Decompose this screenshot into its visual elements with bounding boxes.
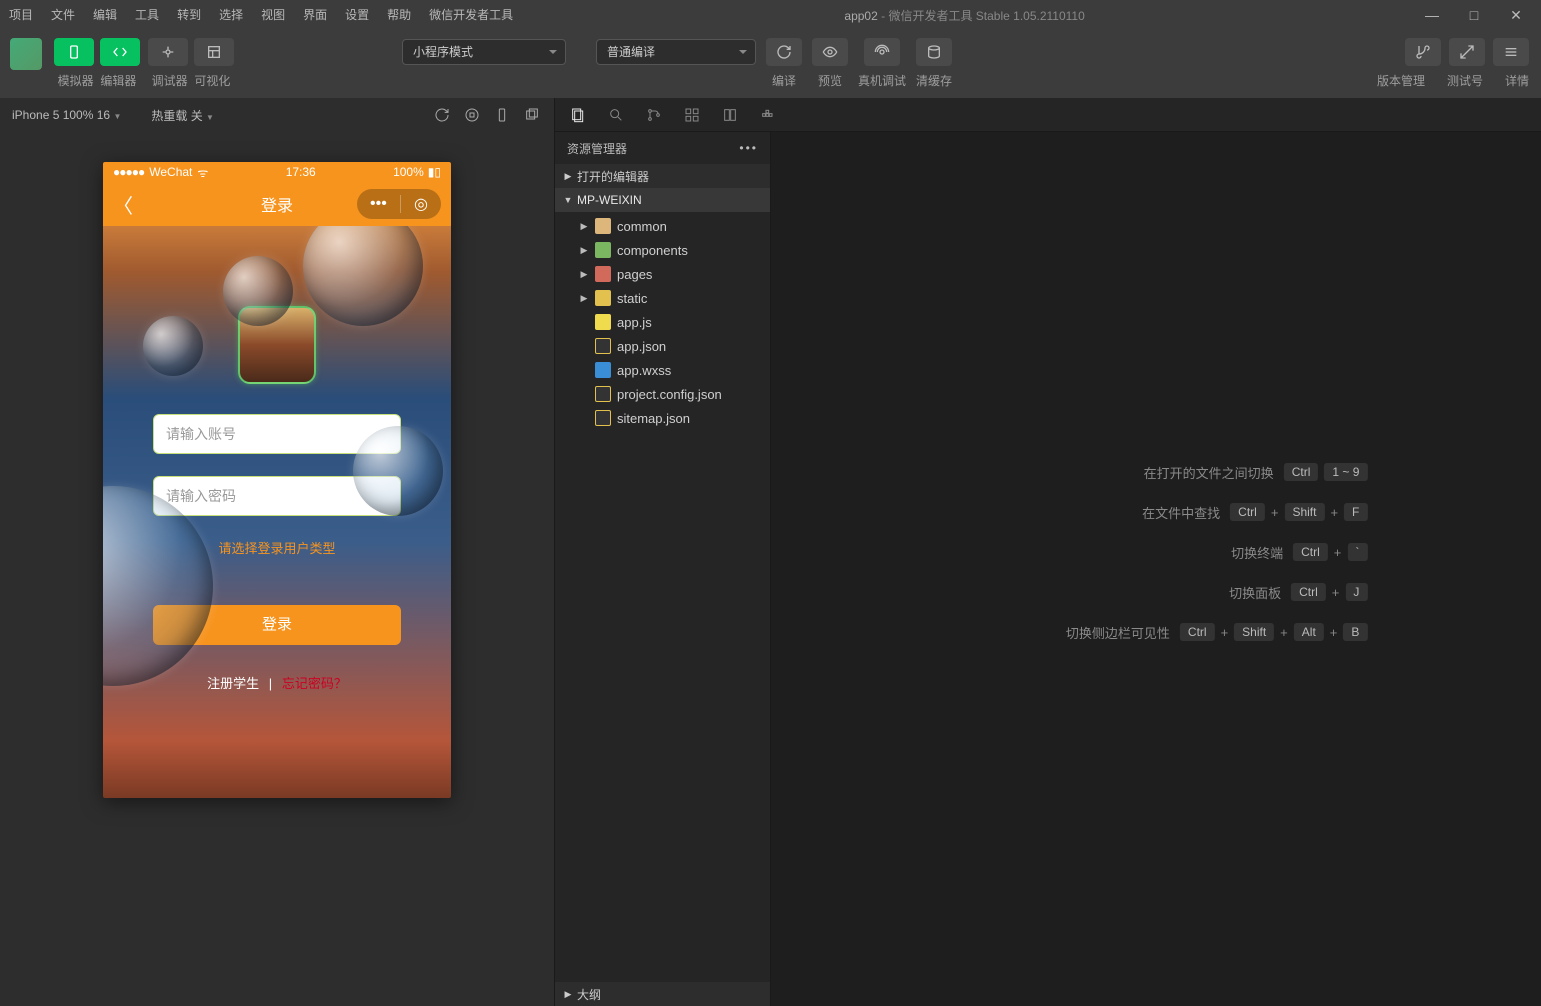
- visual-button[interactable]: [194, 38, 234, 66]
- git-icon[interactable]: [645, 106, 663, 124]
- refresh-icon[interactable]: [432, 105, 452, 125]
- explorer-icon[interactable]: [569, 106, 587, 124]
- version-button[interactable]: [1405, 38, 1441, 66]
- wifi-icon: ᯤ: [197, 164, 208, 181]
- menu-view[interactable]: 视图: [252, 0, 294, 30]
- preview-label: 预览: [818, 72, 842, 89]
- menu-select[interactable]: 选择: [210, 0, 252, 30]
- remote-label: 真机调试: [858, 72, 906, 89]
- stop-icon[interactable]: [462, 105, 482, 125]
- compile-select[interactable]: 普通编译: [596, 39, 756, 65]
- file-app-js[interactable]: app.js: [555, 310, 770, 334]
- menu-devtools[interactable]: 微信开发者工具: [420, 0, 522, 30]
- menu-project[interactable]: 项目: [0, 0, 42, 30]
- battery-icon: ▮▯: [428, 165, 441, 179]
- time-label: 17:36: [208, 165, 393, 179]
- editor-main: 在打开的文件之间切换Ctrl1 ~ 9 在文件中查找Ctrl+Shift+F 切…: [771, 132, 1541, 1006]
- simulator-label: 模拟器: [58, 74, 94, 88]
- file-project-config[interactable]: project.config.json: [555, 382, 770, 406]
- visual-label: 可视化: [194, 74, 230, 88]
- capsule-close-icon[interactable]: ◎: [414, 194, 428, 214]
- outline-section[interactable]: ▶大纲: [555, 982, 770, 1006]
- register-link[interactable]: 注册学生: [207, 676, 259, 691]
- maximize-icon[interactable]: □: [1467, 7, 1481, 24]
- test-account-button[interactable]: [1449, 38, 1485, 66]
- explorer: 资源管理器 ••• ▶打开的编辑器 ▼MP-WEIXIN ▶common ▶com…: [555, 132, 771, 1006]
- menu-file[interactable]: 文件: [42, 0, 84, 30]
- editor-button[interactable]: [100, 38, 140, 66]
- editor-pane: 资源管理器 ••• ▶打开的编辑器 ▼MP-WEIXIN ▶common ▶com…: [555, 98, 1541, 1006]
- cache-label: 清缓存: [916, 72, 952, 89]
- menu-help[interactable]: 帮助: [378, 0, 420, 30]
- status-bar: ●●●●● WeChat ᯤ 17:36 100% ▮▯: [103, 162, 451, 182]
- docker-icon[interactable]: [759, 106, 777, 124]
- explorer-title: 资源管理器: [567, 140, 627, 157]
- titlebar: 项目 文件 编辑 工具 转到 选择 视图 界面 设置 帮助 微信开发者工具 ap…: [0, 0, 1541, 30]
- window-title: app02 - 微信开发者工具 Stable 1.05.2110110: [522, 7, 1407, 24]
- carrier-label: WeChat: [149, 165, 192, 179]
- folder-pages[interactable]: ▶pages: [555, 262, 770, 286]
- version-label: 版本管理: [1377, 72, 1425, 89]
- test-label: 测试号: [1447, 72, 1483, 89]
- mode-select[interactable]: 小程序模式: [402, 39, 566, 65]
- signal-icon: ●●●●●: [113, 165, 144, 179]
- file-app-wxss[interactable]: app.wxss: [555, 358, 770, 382]
- menu-goto[interactable]: 转到: [168, 0, 210, 30]
- menu-edit[interactable]: 编辑: [84, 0, 126, 30]
- navbar: 〈 登录 •••◎: [103, 182, 451, 226]
- simulator-pane: iPhone 5 100% 16 ▼ 热重载 关 ▼ ●●●●● WeChat ᯤ …: [0, 98, 555, 1006]
- shortcuts-hint: 在打开的文件之间切换Ctrl1 ~ 9 在文件中查找Ctrl+Shift+F 切…: [990, 452, 1368, 652]
- debugger-label: 调试器: [152, 74, 188, 88]
- menu-tools[interactable]: 工具: [126, 0, 168, 30]
- menu-settings[interactable]: 设置: [336, 0, 378, 30]
- multi-window-icon[interactable]: [522, 105, 542, 125]
- folder-components[interactable]: ▶components: [555, 238, 770, 262]
- open-editors-section[interactable]: ▶打开的编辑器: [555, 164, 770, 188]
- debugger-button[interactable]: [148, 38, 188, 66]
- clear-cache-button[interactable]: [916, 38, 952, 66]
- capsule[interactable]: ••• ◎: [357, 189, 441, 219]
- phone-preview: ●●●●●WeChatᯤ 17:36 100%▮▯ 〈 登录 •••◎ 请输: [103, 162, 451, 798]
- close-icon[interactable]: ✕: [1509, 7, 1523, 24]
- device-select[interactable]: iPhone 5 100% 16 ▼: [12, 108, 121, 122]
- menu-interface[interactable]: 界面: [294, 0, 336, 30]
- file-app-json[interactable]: app.json: [555, 334, 770, 358]
- project-section[interactable]: ▼MP-WEIXIN: [555, 188, 770, 212]
- device-icon[interactable]: [492, 105, 512, 125]
- layers-icon[interactable]: [721, 106, 739, 124]
- forgot-link[interactable]: 忘记密码？: [282, 676, 347, 691]
- file-tree: ▶common ▶components ▶pages ▶static app.j…: [555, 212, 770, 432]
- remote-debug-button[interactable]: [864, 38, 900, 66]
- battery-label: 100%: [393, 165, 424, 179]
- editor-label: 编辑器: [100, 74, 136, 88]
- menu: 项目 文件 编辑 工具 转到 选择 视图 界面 设置 帮助 微信开发者工具: [0, 0, 522, 30]
- more-icon[interactable]: •••: [739, 141, 758, 155]
- compile-button[interactable]: [766, 38, 802, 66]
- folder-common[interactable]: ▶common: [555, 214, 770, 238]
- detail-label: 详情: [1505, 72, 1529, 89]
- hot-reload-select[interactable]: 热重载 关 ▼: [151, 107, 214, 124]
- details-button[interactable]: [1493, 38, 1529, 66]
- search-icon[interactable]: [607, 106, 625, 124]
- activity-bar: [555, 98, 1541, 132]
- toolbar: 模拟器 编辑器 调试器 可视化 小程序模式 普通编译 编译 预览 真机调试 清缓…: [0, 30, 1541, 98]
- extensions-icon[interactable]: [683, 106, 701, 124]
- minimize-icon[interactable]: —: [1425, 7, 1439, 24]
- simulator-button[interactable]: [54, 38, 94, 66]
- compile-label: 编译: [772, 72, 796, 89]
- file-sitemap[interactable]: sitemap.json: [555, 406, 770, 430]
- capsule-menu-icon[interactable]: •••: [370, 195, 387, 213]
- folder-static[interactable]: ▶static: [555, 286, 770, 310]
- avatar[interactable]: [10, 38, 42, 70]
- page-body: 请输入账号 请输入密码 请选择登录用户类型 登录 注册学生 | 忘记密码？: [103, 226, 451, 798]
- preview-button[interactable]: [812, 38, 848, 66]
